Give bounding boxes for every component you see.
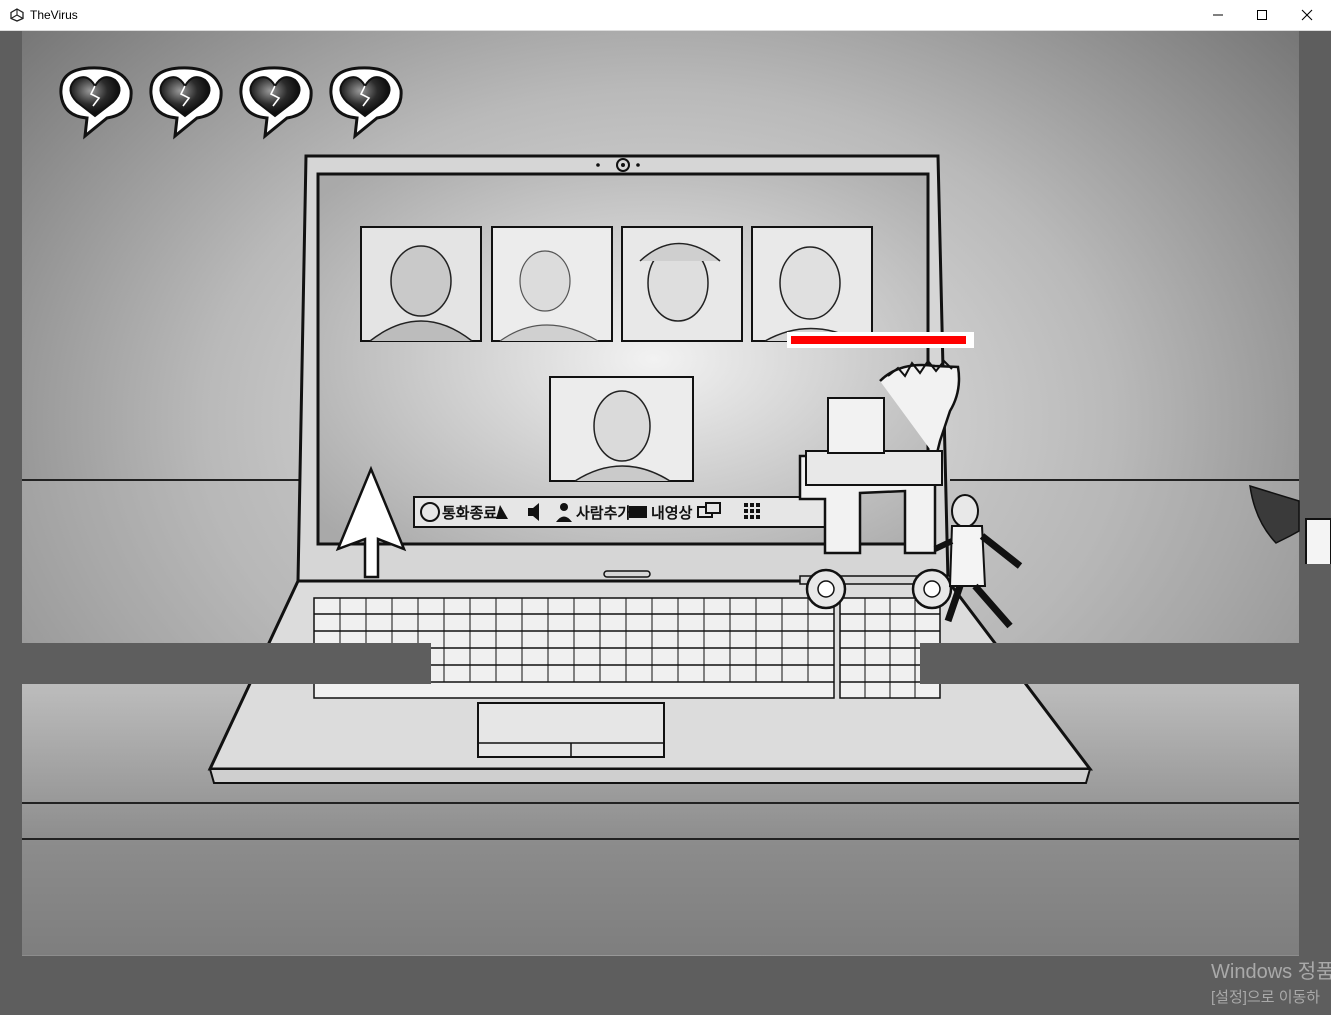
heart-life-icon: [149, 66, 223, 140]
unity-app-icon: [10, 8, 24, 22]
wall-right: [1299, 31, 1331, 471]
participant-tile: [621, 226, 743, 342]
wall-right-lower: [1299, 564, 1331, 1015]
game-viewport[interactable]: 통화종료 사람추가 내영상 Windows 정품 [설정]으로 이동하: [0, 31, 1331, 1015]
minimize-button[interactable]: [1195, 0, 1241, 30]
watermark-line1: Windows 정품: [1211, 961, 1331, 983]
platform-left: [22, 643, 431, 684]
add-person-label: 사람추가: [576, 504, 631, 522]
platform-right: [920, 643, 1299, 684]
participant-tile: [549, 376, 694, 482]
close-button[interactable]: [1284, 0, 1330, 30]
maximize-button[interactable]: [1239, 0, 1285, 30]
windows-activation-watermark: Windows 정품 [설정]으로 이동하: [1211, 955, 1331, 1007]
boss-health-fill: [791, 336, 966, 344]
add-person-icon: [560, 503, 568, 511]
participant-tile: [751, 226, 873, 342]
heart-life-icon: [329, 66, 403, 140]
boss-health-bar: [787, 332, 974, 348]
video-camera-icon: [629, 506, 647, 518]
video-label: 내영상: [651, 504, 693, 522]
heart-life-icon: [239, 66, 313, 140]
office-background-scene: 통화종료 사람추가 내영상: [22, 31, 1331, 956]
floor-bottom: [0, 956, 1331, 1015]
participant-tile: [491, 226, 613, 342]
window-title: TheVirus: [30, 8, 78, 22]
wall-left: [0, 31, 22, 1015]
heart-life-icon: [59, 66, 133, 140]
participant-tile: [360, 226, 482, 342]
end-call-label: 통화종료: [442, 504, 497, 522]
minimize-icon: [1213, 14, 1223, 16]
window-titlebar[interactable]: TheVirus: [0, 0, 1331, 31]
close-icon: [1301, 9, 1313, 21]
grid-icon: [744, 503, 760, 519]
maximize-icon: [1257, 10, 1267, 20]
watermark-line2: [설정]으로 이동하: [1211, 989, 1321, 1006]
